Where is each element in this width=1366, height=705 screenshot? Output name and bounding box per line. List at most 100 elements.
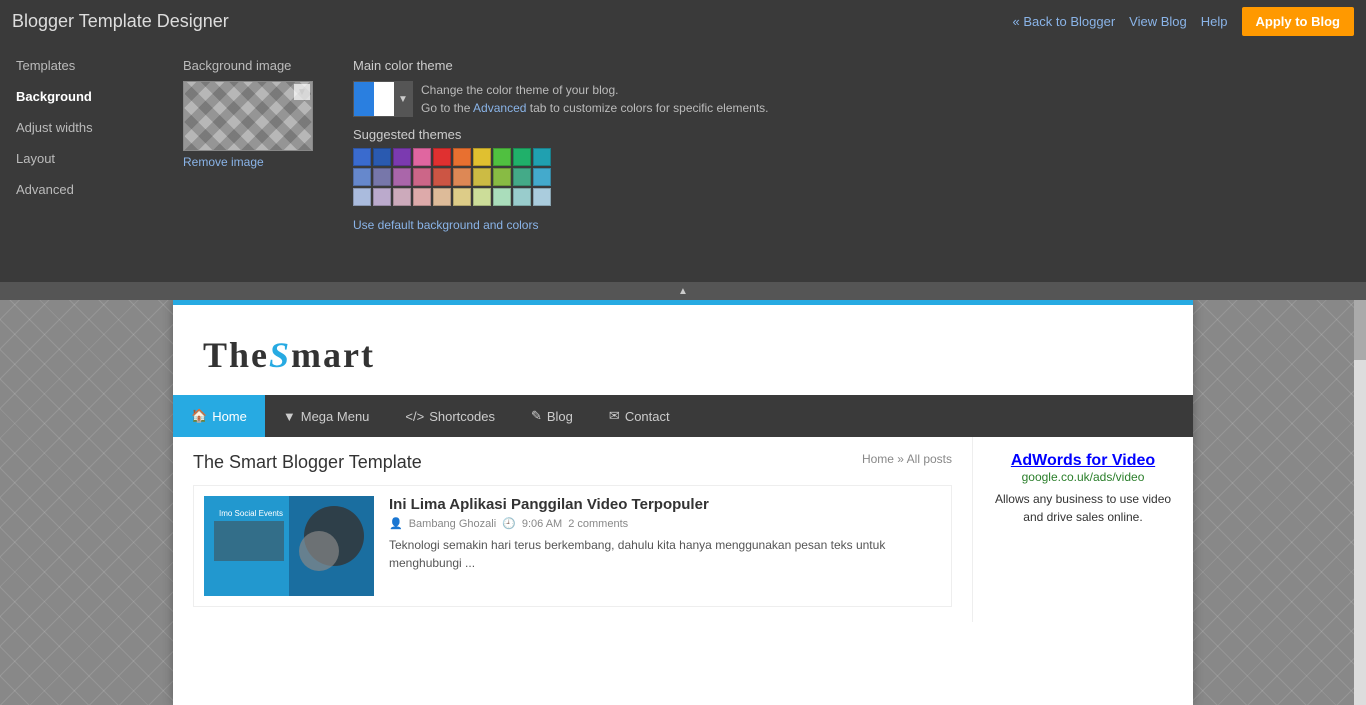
preview-container: TheSmart 🏠 Home ▼ Mega Menu </> Shortcod… <box>173 300 1193 705</box>
post-author: Bambang Ghozali <box>409 518 496 530</box>
theme-swatch-8[interactable] <box>513 148 531 166</box>
config-area: Background image ▼ Remove image Main col… <box>163 42 1366 282</box>
theme-swatch-6[interactable] <box>473 148 491 166</box>
theme-swatch-28[interactable] <box>513 188 531 206</box>
diamond-pattern <box>184 82 312 150</box>
preview-main-content: The Smart Blogger Template Home » All po… <box>173 437 973 622</box>
background-image-box: ▼ <box>183 81 313 151</box>
sidebar-item-layout[interactable]: Layout <box>0 143 163 174</box>
preview-scrollbar-thumb[interactable] <box>1354 300 1366 360</box>
apply-to-blog-button[interactable]: Apply to Blog <box>1242 7 1355 36</box>
theme-swatch-12[interactable] <box>393 168 411 186</box>
preview-area: TheSmart 🏠 Home ▼ Mega Menu </> Shortcod… <box>0 300 1366 705</box>
post-time: 9:06 AM <box>522 518 562 530</box>
use-default-link[interactable]: Use default background and colors <box>353 218 769 232</box>
nav-item-home[interactable]: 🏠 Home <box>173 395 265 437</box>
preview-post: Imo Social Events Ini Lima Aplikasi Pang… <box>193 485 952 607</box>
theme-swatch-25[interactable] <box>453 188 471 206</box>
theme-swatch-18[interactable] <box>513 168 531 186</box>
theme-swatches-grid <box>353 148 769 206</box>
logo-the: The <box>203 335 269 375</box>
preview-logo: TheSmart <box>203 334 375 376</box>
preview-nav: 🏠 Home ▼ Mega Menu </> Shortcodes ✎ Blog… <box>173 395 1193 437</box>
suggested-themes-label: Suggested themes <box>353 127 769 142</box>
theme-swatch-17[interactable] <box>493 168 511 186</box>
theme-swatch-14[interactable] <box>433 168 451 186</box>
theme-swatch-29[interactable] <box>533 188 551 206</box>
theme-swatch-20[interactable] <box>353 188 371 206</box>
theme-swatch-23[interactable] <box>413 188 431 206</box>
preview-sidebar-ad: AdWords for Video google.co.uk/ads/video… <box>988 452 1178 526</box>
sidebar-item-advanced[interactable]: Advanced <box>0 174 163 205</box>
top-bar-links: « Back to Blogger View Blog Help Apply t… <box>1013 7 1354 36</box>
svg-text:Imo Social Events: Imo Social Events <box>219 509 283 518</box>
preview-breadcrumb-row: The Smart Blogger Template Home » All po… <box>193 452 952 473</box>
nav-item-shortcodes[interactable]: </> Shortcodes <box>387 395 513 437</box>
advanced-tab-link[interactable]: Advanced <box>473 101 526 115</box>
ad-text: Allows any business to use video and dri… <box>988 490 1178 526</box>
nav-item-contact[interactable]: ✉ Contact <box>591 395 688 437</box>
ad-title: AdWords for Video <box>988 452 1178 470</box>
theme-swatch-0[interactable] <box>353 148 371 166</box>
theme-swatch-9[interactable] <box>533 148 551 166</box>
top-bar: Blogger Template Designer « Back to Blog… <box>0 0 1366 42</box>
preview-post-excerpt: Teknologi semakin hari terus berkembang,… <box>389 536 941 572</box>
theme-swatch-7[interactable] <box>493 148 511 166</box>
preview-scrollbar[interactable] <box>1354 300 1366 705</box>
sidebar: Templates Background Adjust widths Layou… <box>0 42 163 282</box>
main-color-picker[interactable]: ▼ <box>353 81 413 117</box>
background-image-dropdown[interactable]: ▼ <box>294 84 310 100</box>
app-title: Blogger Template Designer <box>12 11 229 32</box>
theme-swatch-22[interactable] <box>393 188 411 206</box>
user-icon: 👤 <box>389 517 403 530</box>
nav-item-blog[interactable]: ✎ Blog <box>513 395 591 437</box>
theme-swatch-13[interactable] <box>413 168 431 186</box>
config-row: Background image ▼ Remove image Main col… <box>183 58 1346 232</box>
preview-post-meta: 👤 Bambang Ghozali 🕘 9:06 AM 2 comments <box>389 517 941 530</box>
remove-image-link[interactable]: Remove image <box>183 155 313 169</box>
theme-swatch-26[interactable] <box>473 188 491 206</box>
background-image-section: Background image ▼ Remove image <box>183 58 313 232</box>
preview-page-title: The Smart Blogger Template <box>193 452 422 473</box>
color-picker-row: ▼ Change the color theme of your blog. G… <box>353 81 769 117</box>
color-theme-label: Main color theme <box>353 58 769 73</box>
home-icon: 🏠 <box>191 408 207 424</box>
theme-swatch-15[interactable] <box>453 168 471 186</box>
collapse-handle[interactable]: ▲ <box>0 282 1366 300</box>
theme-swatch-10[interactable] <box>353 168 371 186</box>
theme-swatch-4[interactable] <box>433 148 451 166</box>
color-dropdown-arrow-icon[interactable]: ▼ <box>394 82 412 116</box>
view-blog-link[interactable]: View Blog <box>1129 14 1187 29</box>
theme-swatch-3[interactable] <box>413 148 431 166</box>
sidebar-item-adjust-widths[interactable]: Adjust widths <box>0 112 163 143</box>
theme-swatch-5[interactable] <box>453 148 471 166</box>
designer-panel: Templates Background Adjust widths Layou… <box>0 42 1366 282</box>
preview-post-title: Ini Lima Aplikasi Panggilan Video Terpop… <box>389 496 941 513</box>
edit-icon: ✎ <box>531 408 542 424</box>
preview-sidebar-right: AdWords for Video google.co.uk/ads/video… <box>973 437 1193 622</box>
preview-content-area: The Smart Blogger Template Home » All po… <box>173 437 1193 622</box>
theme-swatch-21[interactable] <box>373 188 391 206</box>
theme-swatch-11[interactable] <box>373 168 391 186</box>
nav-item-mega-menu[interactable]: ▼ Mega Menu <box>265 395 388 437</box>
color-swatch-white <box>374 82 394 116</box>
theme-swatch-2[interactable] <box>393 148 411 166</box>
color-swatch-blue <box>354 82 374 116</box>
theme-swatch-24[interactable] <box>433 188 451 206</box>
theme-swatch-27[interactable] <box>493 188 511 206</box>
help-link[interactable]: Help <box>1201 14 1228 29</box>
preview-post-thumbnail: Imo Social Events <box>204 496 374 596</box>
background-image-label: Background image <box>183 58 313 73</box>
theme-swatch-19[interactable] <box>533 168 551 186</box>
color-theme-section: Main color theme ▼ Change the color them… <box>353 58 769 232</box>
clock-icon: 🕘 <box>502 517 516 530</box>
logo-mart: mart <box>291 335 375 375</box>
theme-swatch-16[interactable] <box>473 168 491 186</box>
code-icon: </> <box>405 409 424 424</box>
sidebar-item-background[interactable]: Background <box>0 81 163 112</box>
theme-swatch-1[interactable] <box>373 148 391 166</box>
back-to-blogger-link[interactable]: « Back to Blogger <box>1013 14 1116 29</box>
preview-header: TheSmart <box>173 305 1193 395</box>
sidebar-item-templates[interactable]: Templates <box>0 50 163 81</box>
download-icon: ▼ <box>283 409 296 424</box>
